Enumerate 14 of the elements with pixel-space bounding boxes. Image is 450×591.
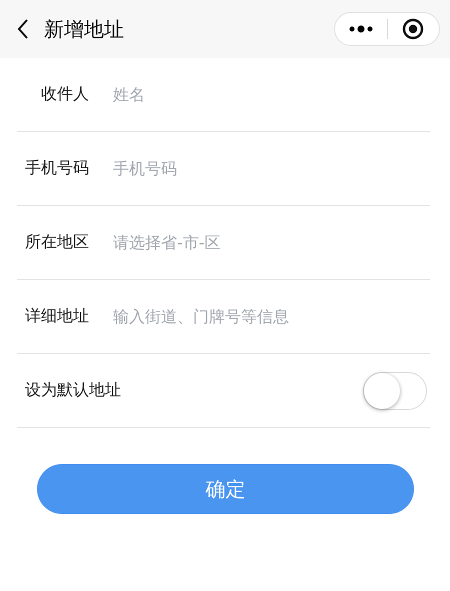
confirm-button[interactable]: 确定: [37, 464, 414, 514]
field-label: 所在地区: [25, 232, 89, 253]
input-field[interactable]: 输入街道、门牌号等信息: [113, 304, 430, 328]
back-icon[interactable]: [16, 18, 30, 40]
input-field[interactable]: 请选择省-市-区: [113, 230, 430, 254]
page-title: 新增地址: [44, 16, 125, 42]
input-field[interactable]: 手机号码: [113, 156, 430, 180]
setting-label: 设为默认地址: [25, 380, 122, 401]
input-field[interactable]: 姓名: [113, 82, 430, 106]
field-label: 收件人: [40, 84, 89, 105]
toggle-switch[interactable]: [363, 372, 427, 410]
more-icon[interactable]: [348, 25, 373, 33]
field-label: 详细地址: [25, 306, 89, 327]
field-label: 手机号码: [25, 158, 89, 179]
